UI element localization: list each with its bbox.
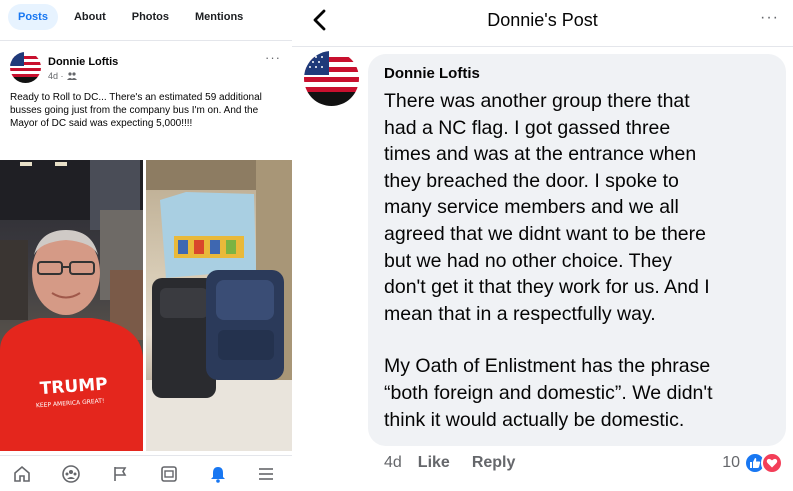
comment-line: There was another group there that — [384, 90, 690, 112]
comment-line: but we had no other choice. They — [384, 249, 672, 272]
post-photo-selfie[interactable]: TRUMP KEEP AMERICA GREAT! — [0, 160, 143, 451]
post-header: Donnie Loftis 4d · ··· — [10, 50, 285, 86]
selfie-photo-drawing: TRUMP KEEP AMERICA GREAT! — [0, 160, 143, 451]
menu-icon[interactable] — [254, 462, 278, 486]
notifications-bell-icon[interactable] — [206, 462, 230, 486]
post-author-name[interactable]: Donnie Loftis — [48, 56, 118, 68]
luggage-photo-drawing — [146, 160, 292, 451]
us-flag-avatar-icon — [10, 52, 41, 83]
post-meta: 4d · — [48, 71, 77, 81]
tab-posts[interactable]: Posts — [8, 4, 58, 30]
post-time: 4d · — [48, 71, 64, 81]
comment-line: times and was at the entrance when — [384, 143, 697, 166]
reaction-count: 10 — [722, 454, 740, 471]
post-text: Ready to Roll to DC... There's an estima… — [10, 92, 262, 129]
commenter-avatar[interactable] — [304, 51, 359, 106]
comment-line: don't get it that they work for us. And … — [384, 276, 710, 299]
more-options-icon[interactable]: ··· — [760, 9, 779, 27]
like-button[interactable]: Like — [418, 454, 450, 472]
tab-about[interactable]: About — [64, 4, 116, 30]
divider — [292, 46, 793, 47]
post-photo-luggage[interactable] — [146, 160, 292, 451]
page-title: Donnie's Post — [487, 10, 598, 30]
post-top-bar: Donnie's Post ··· — [292, 0, 793, 42]
tab-photos[interactable]: Photos — [122, 4, 179, 30]
comment-time: 4d — [384, 454, 402, 471]
tab-mentions[interactable]: Mentions — [185, 4, 253, 30]
post-comment-panel: Donnie's Post ··· Donnie Loftis There wa… — [292, 0, 793, 491]
us-flag-avatar-icon — [304, 51, 359, 106]
comment-line: My Oath of Enlistment has the phrase — [384, 355, 711, 378]
comment-text: There was another group there that had a… — [384, 88, 779, 433]
pages-flag-icon[interactable] — [108, 462, 132, 486]
profile-tabs: Posts About Photos Mentions — [8, 4, 253, 30]
comment-author-name[interactable]: Donnie Loftis — [384, 65, 480, 82]
reply-button[interactable]: Reply — [472, 454, 516, 472]
home-icon[interactable] — [10, 462, 34, 486]
friends-audience-icon — [66, 72, 77, 80]
reaction-summary[interactable]: 10 — [722, 452, 783, 474]
comment-line: many service members and we all — [384, 196, 679, 219]
comment-line: had a NC flag. I got gassed three — [384, 116, 671, 139]
post-more-options-icon[interactable]: ··· — [265, 50, 281, 65]
avatar[interactable] — [10, 52, 41, 83]
comment-line: mean that in a respectfully way. — [384, 302, 656, 325]
comment-line: think it would actually be domestic. — [384, 408, 685, 431]
divider — [0, 40, 292, 41]
comment-line: they breached the door. I spoke to — [384, 169, 679, 192]
comment-actions: 4d Like Reply — [384, 454, 515, 472]
love-reaction-icon — [761, 452, 783, 474]
profile-posts-panel: Posts About Photos Mentions Donnie Lofti… — [0, 0, 292, 491]
feed-icon[interactable] — [157, 462, 181, 486]
comment-line: “both foreign and domestic”. We didn't — [384, 381, 713, 404]
bottom-navigation-bar — [0, 455, 292, 491]
groups-icon[interactable] — [59, 462, 83, 486]
comment-line: agreed that we didnt want to be there — [384, 222, 706, 245]
comment-bubble: Donnie Loftis There was another group th… — [368, 54, 786, 446]
